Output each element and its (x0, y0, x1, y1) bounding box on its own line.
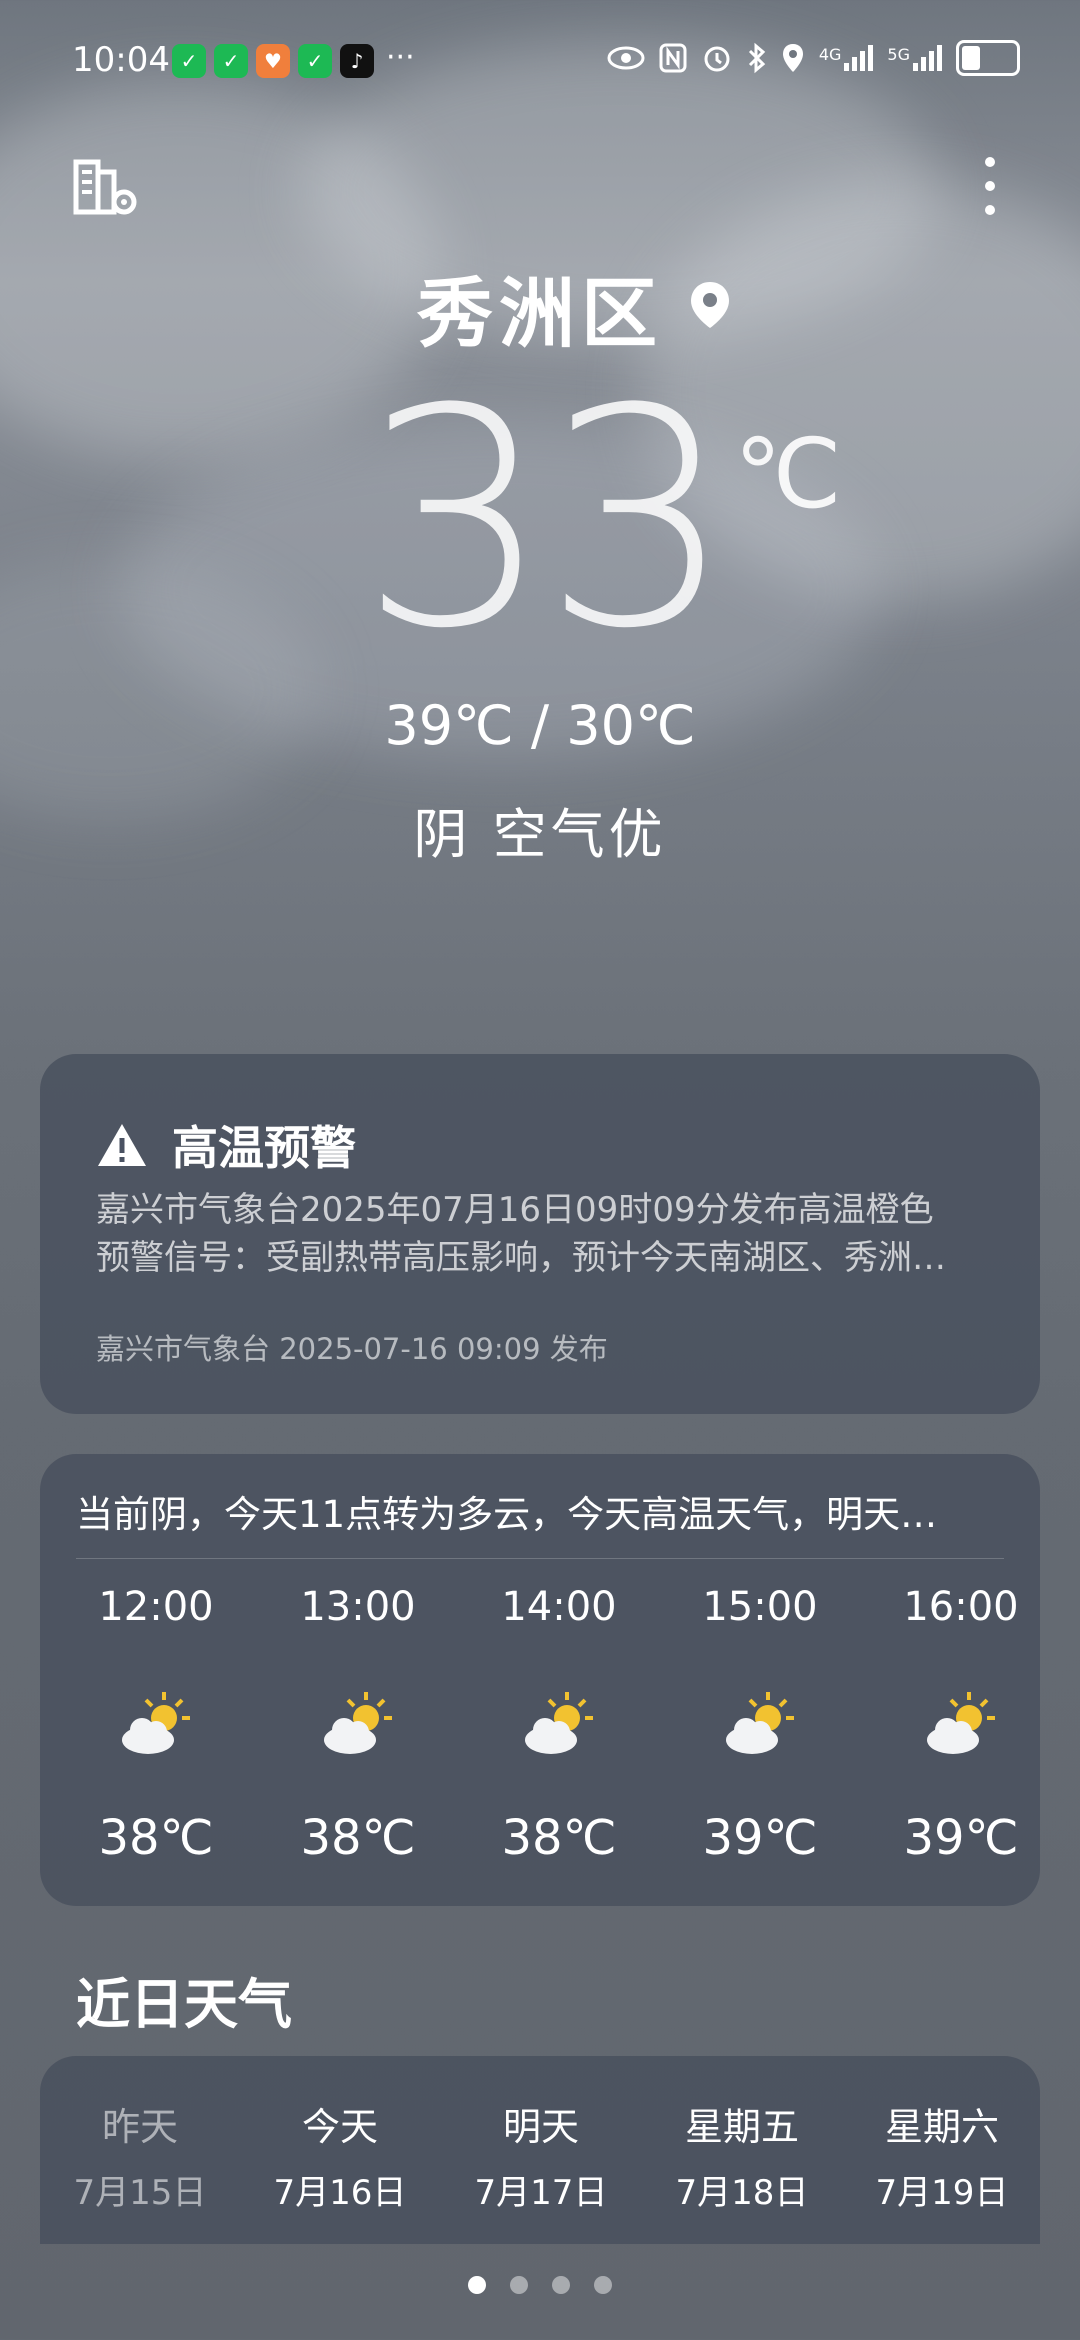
day-date: 7月16日 (273, 2173, 407, 2213)
hourly-time: 13:00 (300, 1584, 416, 1630)
partly-cloudy-icon (56, 1688, 256, 1768)
warning-card[interactable]: 高温预警 嘉兴市气象台2025年07月16日09时09分发布高温橙色 预警信号：… (40, 1054, 1040, 1414)
warning-body: 嘉兴市气象台2025年07月16日09时09分发布高温橙色 预警信号：受副热带高… (96, 1186, 984, 1282)
partly-cloudy-icon (258, 1688, 458, 1768)
daily-item[interactable]: 昨天 7月15日 (40, 2096, 240, 2244)
city-manage-button[interactable] (66, 148, 146, 228)
hourly-temperature: 38℃ (98, 1810, 214, 1866)
hourly-time: 16:00 (903, 1584, 1019, 1630)
daily-item[interactable]: 今天 7月16日 (240, 2096, 440, 2244)
signal-5g-icon: 5G (887, 45, 942, 71)
page-dot[interactable] (552, 2276, 570, 2294)
location-pin-icon (691, 282, 729, 328)
hourly-forecast-card[interactable]: 当前阴，今天11点转为多云，今天高温天气，明天… 12:00 38℃ 13:00 38… (40, 1454, 1040, 1906)
day-name: 今天 (301, 2105, 378, 2149)
more-notifications-icon: ··· (386, 40, 415, 75)
weather-condition: 阴 空气优 (413, 803, 667, 866)
hourly-item: 12:00 38℃ (56, 1584, 256, 1866)
warning-header: 高温预警 (96, 1112, 356, 1178)
health-icon: ♥ (256, 44, 290, 78)
warning-icon (98, 1124, 146, 1166)
daily-section-title: 近日天气 (76, 1973, 292, 2036)
hourly-temperature: 38℃ (501, 1810, 617, 1866)
status-right: 4G 5G (607, 40, 1020, 76)
hourly-item: 14:00 38℃ (459, 1584, 659, 1866)
page-indicator (0, 2276, 1080, 2294)
tiktok-icon: ♪ (340, 44, 374, 78)
warning-text-line2: 预警信号：受副热带高压影响，预计今天南湖区、秀洲… (96, 1238, 946, 1278)
wechat-work-icon: ✓ (298, 44, 332, 78)
partly-cloudy-icon (459, 1688, 659, 1768)
hourly-item: 13:00 38℃ (258, 1584, 458, 1866)
hourly-temperature: 38℃ (300, 1810, 416, 1866)
day-date: 7月17日 (474, 2173, 608, 2213)
bluetooth-icon (748, 42, 766, 74)
signal-4g-icon: 4G (819, 45, 874, 71)
hourly-item: 15:00 39℃ (660, 1584, 860, 1866)
day-name: 明天 (502, 2105, 579, 2149)
warning-title: 高温预警 (172, 1121, 356, 1175)
nfc-icon (659, 43, 687, 73)
partly-cloudy-icon (660, 1688, 860, 1768)
battery-icon (956, 40, 1020, 76)
wechat-work-icon: ✓ (214, 44, 248, 78)
temperature-unit: ℃ (734, 418, 842, 530)
hourly-item: 16:00 39℃ (861, 1584, 1061, 1866)
daily-item[interactable]: 明天 7月17日 (441, 2096, 641, 2244)
page-dot[interactable] (594, 2276, 612, 2294)
day-name: 昨天 (101, 2105, 178, 2149)
current-temperature: 33 (360, 345, 734, 694)
wechat-work-icon: ✓ (172, 44, 206, 78)
day-date: 7月15日 (73, 2173, 207, 2213)
alarm-icon (704, 46, 730, 72)
high-low-temperature: 39℃ / 30℃ (384, 694, 696, 757)
hourly-time: 12:00 (98, 1584, 214, 1630)
city-settings-icon (73, 159, 137, 215)
warning-source: 嘉兴市气象台 2025-07-16 09:09 发布 (96, 1332, 608, 1366)
day-name: 星期五 (684, 2105, 799, 2149)
eye-icon (607, 46, 645, 70)
hourly-time: 14:00 (501, 1584, 617, 1630)
forecast-summary: 当前阴，今天11点转为多云，今天高温天气，明天… (76, 1493, 938, 1536)
day-name: 星期六 (884, 2105, 999, 2149)
daily-forecast-card[interactable]: 昨天 7月15日 今天 7月16日 明天 7月17日 星期五 7月18日 星期六 7月19日 (40, 2056, 1040, 2244)
location-status-icon (782, 44, 803, 72)
divider (76, 1558, 1004, 1559)
more-vertical-icon (985, 157, 995, 215)
day-date: 7月19日 (875, 2173, 1009, 2213)
partly-cloudy-icon (861, 1688, 1061, 1768)
hourly-time: 15:00 (702, 1584, 818, 1630)
hourly-temperature: 39℃ (702, 1810, 818, 1866)
warning-text-line1: 嘉兴市气象台2025年07月16日09时09分发布高温橙色 (96, 1190, 934, 1230)
more-menu-button[interactable] (950, 146, 1030, 226)
status-time: 10:04 (72, 40, 170, 80)
status-bar: 10:04 ✓ ✓ ♥ ✓ ♪ ··· 4G 5G (0, 0, 1080, 120)
hourly-temperature: 39℃ (903, 1810, 1019, 1866)
daily-item[interactable]: 星期六 7月19日 (842, 2096, 1040, 2244)
day-date: 7月18日 (675, 2173, 809, 2213)
page-dot[interactable] (510, 2276, 528, 2294)
daily-item[interactable]: 星期五 7月18日 (642, 2096, 842, 2244)
page-dot[interactable] (468, 2276, 486, 2294)
